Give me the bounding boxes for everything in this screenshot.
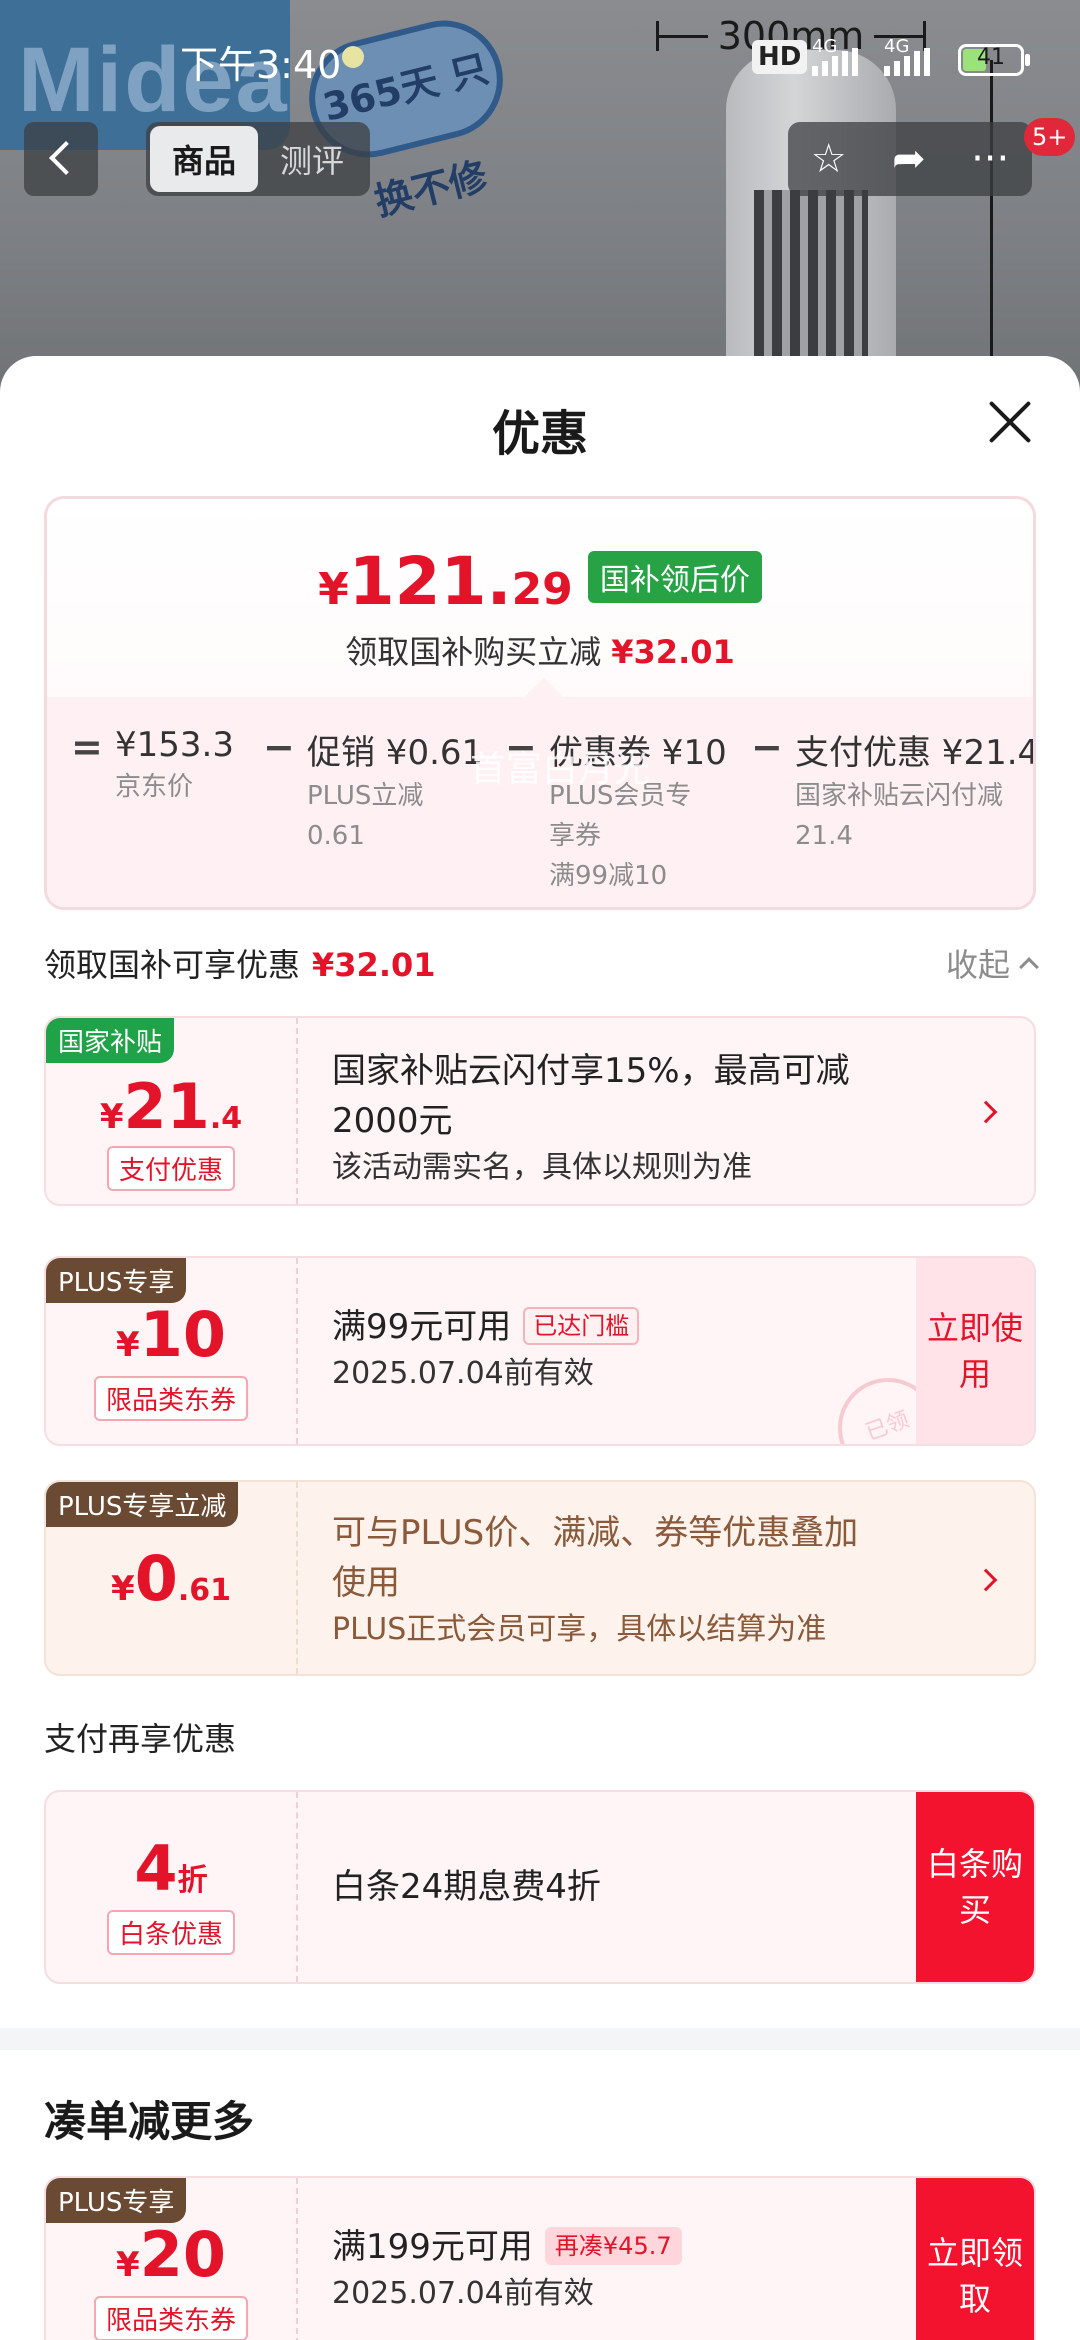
breakdown-item: − 支付优惠 ¥21.4 国家补贴云闪付减 21.4 [751, 725, 1036, 851]
chevron-up-icon [1019, 957, 1039, 977]
coupon-plus-10: PLUS专享 ¥10 限品类东券 满99元可用 已达门槛 2025.07.04前有… [44, 1256, 1036, 1446]
nav-actions: ☆ ➦ ··· [788, 122, 1032, 196]
remaining-badge: 再凑¥45.7 [544, 2227, 682, 2265]
hd-voice-icon: HD [752, 40, 808, 74]
coupon-title: 满99元可用 [332, 1307, 512, 1347]
coupon-corner-tag: PLUS专享 [46, 1258, 187, 1303]
payment-section-header: 支付再享优惠 [44, 1720, 237, 1758]
signal-icon-2 [884, 48, 930, 76]
coupon-validity: 2025.07.04前有效 [332, 2276, 594, 2311]
use-now-button[interactable]: 立即使用 [916, 1258, 1034, 1444]
signal-icon-1 [812, 48, 858, 76]
price-summary-card: ¥121.29 国补领后价 领取国补购买立减 ¥32.01 = ¥153.3 京东… [44, 496, 1036, 910]
coupon-validity: 2025.07.04前有效 [332, 1356, 594, 1391]
price-subtitle: 领取国补购买立减 ¥32.01 [345, 633, 735, 671]
watermark-text: 首富白月光 [470, 749, 651, 790]
coupon-title: 国家补贴云闪付享15%，最高可减 [332, 1051, 850, 1091]
status-time: 下午3:40 [180, 43, 342, 87]
final-price: ¥121.29 国补领后价 [47, 543, 1033, 620]
share-icon[interactable]: ➦ [892, 136, 926, 182]
coupon-amount: ¥20 [116, 2218, 226, 2291]
page-tabs: 商品 测评 [146, 122, 370, 196]
message-badge: 5+ [1024, 118, 1076, 156]
close-icon[interactable] [986, 398, 1034, 446]
coupon-plus-instant[interactable]: PLUS专享立减 ¥0.61 可与PLUS价、满减、券等优惠叠加 使用 PLUS… [44, 1480, 1036, 1676]
battery-icon: 41 [958, 44, 1030, 76]
breakdown-item: = ¥153.3 京东价 [71, 725, 234, 802]
breakdown-item: − 促销 ¥0.61 PLUS立减 0.61 [263, 725, 484, 851]
coupon-desc: 该活动需实名，具体以规则为准 [332, 1150, 752, 1185]
tab-review[interactable]: 测评 [258, 126, 366, 192]
discount-sheet: 优惠 ¥121.29 国补领后价 领取国补购买立减 ¥32.01 = ¥153.3… [0, 356, 1080, 2340]
coupon-desc: PLUS正式会员可享，具体以结算为准 [332, 1612, 827, 1647]
more-icon[interactable]: ··· [971, 136, 1009, 182]
price-tag: 国补领后价 [587, 551, 762, 603]
coupon-title: 白条24期息费4折 [332, 1867, 601, 1907]
coupon-title-cont: 使用 [332, 1563, 400, 1603]
coupon-corner-tag: PLUS专享 [46, 2178, 187, 2223]
coupon-kind: 支付优惠 [106, 1146, 236, 1191]
coupon-corner-tag: PLUS专享立减 [46, 1482, 239, 1527]
back-arrow-icon [49, 141, 83, 175]
coupon-title-cont: 2000元 [332, 1101, 453, 1141]
tab-product[interactable]: 商品 [150, 126, 258, 192]
notification-icon [342, 46, 364, 68]
baitiao-buy-button[interactable]: 白条购买 [916, 1792, 1034, 1982]
threshold-badge: 已达门槛 [523, 1307, 640, 1345]
coupon-kind: 白条优惠 [106, 1910, 236, 1955]
coupon-kind: 限品类东券 [93, 2296, 249, 2340]
coupon-amount: ¥0.61 [111, 1542, 231, 1615]
coupon-amount: ¥21.4 [99, 1070, 243, 1143]
coupon-kind: 限品类东券 [93, 1376, 249, 1421]
chevron-right-icon [974, 1568, 998, 1592]
sheet-title: 优惠 [491, 406, 588, 462]
claim-now-button[interactable]: 立即领取 [916, 2178, 1034, 2340]
price-breakdown: = ¥153.3 京东价 − 促销 ¥0.61 PLUS立减 0.61 − 优惠… [47, 677, 1036, 907]
status-bar: 下午3:40 HD 4G 4G 41 [0, 0, 1080, 120]
chevron-right-icon [974, 1100, 998, 1124]
subsidy-section-header: 领取国补可享优惠 ¥32.01 收起 [44, 940, 1039, 986]
coupon-title: 满199元可用 [332, 2227, 533, 2267]
coupon-corner-tag: 国家补贴 [46, 1018, 175, 1063]
more-section-title: 凑单减更多 [44, 2097, 255, 2146]
coupon-title: 可与PLUS价、满减、券等优惠叠加 [332, 1513, 859, 1553]
coupon-national-subsidy[interactable]: 国家补贴 ¥21.4 支付优惠 国家补贴云闪付享15%，最高可减 2000元 该… [44, 1016, 1036, 1206]
back-button[interactable] [24, 122, 98, 196]
coupon-plus-20: PLUS专享 ¥20 限品类东券 满199元可用 再凑¥45.7 2025.07.… [44, 2176, 1036, 2340]
section-divider [0, 2028, 1080, 2050]
collapse-button[interactable]: 收起 [946, 940, 1039, 986]
coupon-amount: 4折 [134, 1832, 208, 1905]
coupon-amount: ¥10 [116, 1298, 226, 1371]
star-icon[interactable]: ☆ [811, 136, 847, 182]
coupon-baitiao: 4折 白条优惠 白条24期息费4折 白条购买 [44, 1790, 1036, 1984]
